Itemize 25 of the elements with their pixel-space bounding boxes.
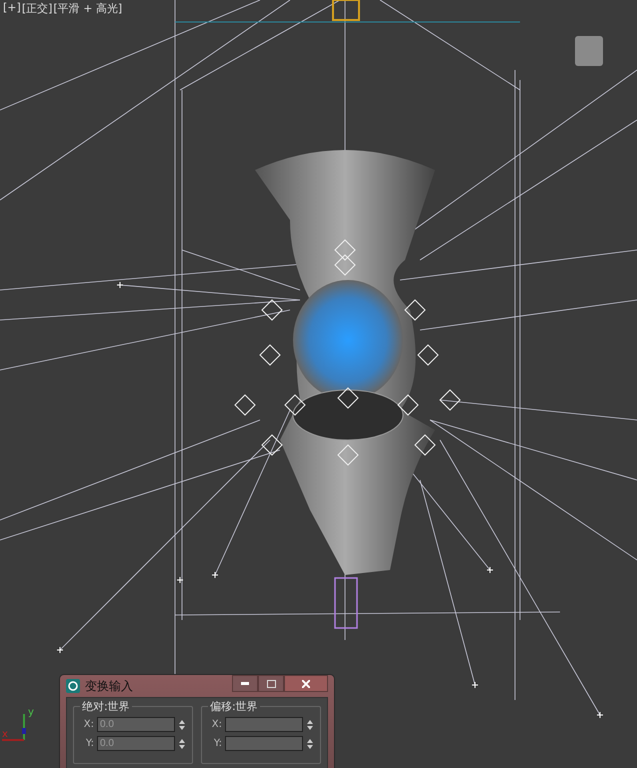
viewport-label[interactable]: [+]: [3, 1, 21, 16]
viewport-label[interactable]: [平滑 + 高光]: [53, 1, 122, 16]
group-title: 偏移:世界: [208, 699, 260, 714]
minimize-button[interactable]: [232, 675, 258, 692]
spinner-icon[interactable]: [178, 736, 186, 750]
axis-label: y: [28, 708, 34, 718]
maximize-icon: [266, 680, 276, 688]
input-field[interactable]: [225, 736, 303, 751]
field-label: Y:: [212, 738, 222, 749]
spinner-icon[interactable]: [306, 736, 314, 750]
field-label: X:: [210, 719, 222, 730]
viewport-label[interactable]: [正交]: [22, 1, 52, 16]
field-label: Y:: [84, 738, 94, 749]
input-field[interactable]: [225, 717, 303, 732]
field-label: X:: [82, 719, 94, 730]
maximize-button[interactable]: [258, 675, 284, 692]
dialog-title: 变换输入: [85, 678, 134, 694]
minimize-icon: [241, 682, 249, 685]
axis-label: x: [2, 730, 8, 740]
spinner-icon[interactable]: [178, 718, 186, 732]
close-button[interactable]: [284, 675, 328, 692]
close-icon: [302, 680, 310, 688]
app-icon: [66, 679, 80, 693]
spinner-icon[interactable]: [306, 718, 314, 732]
group-title: 绝对:世界: [80, 699, 132, 714]
